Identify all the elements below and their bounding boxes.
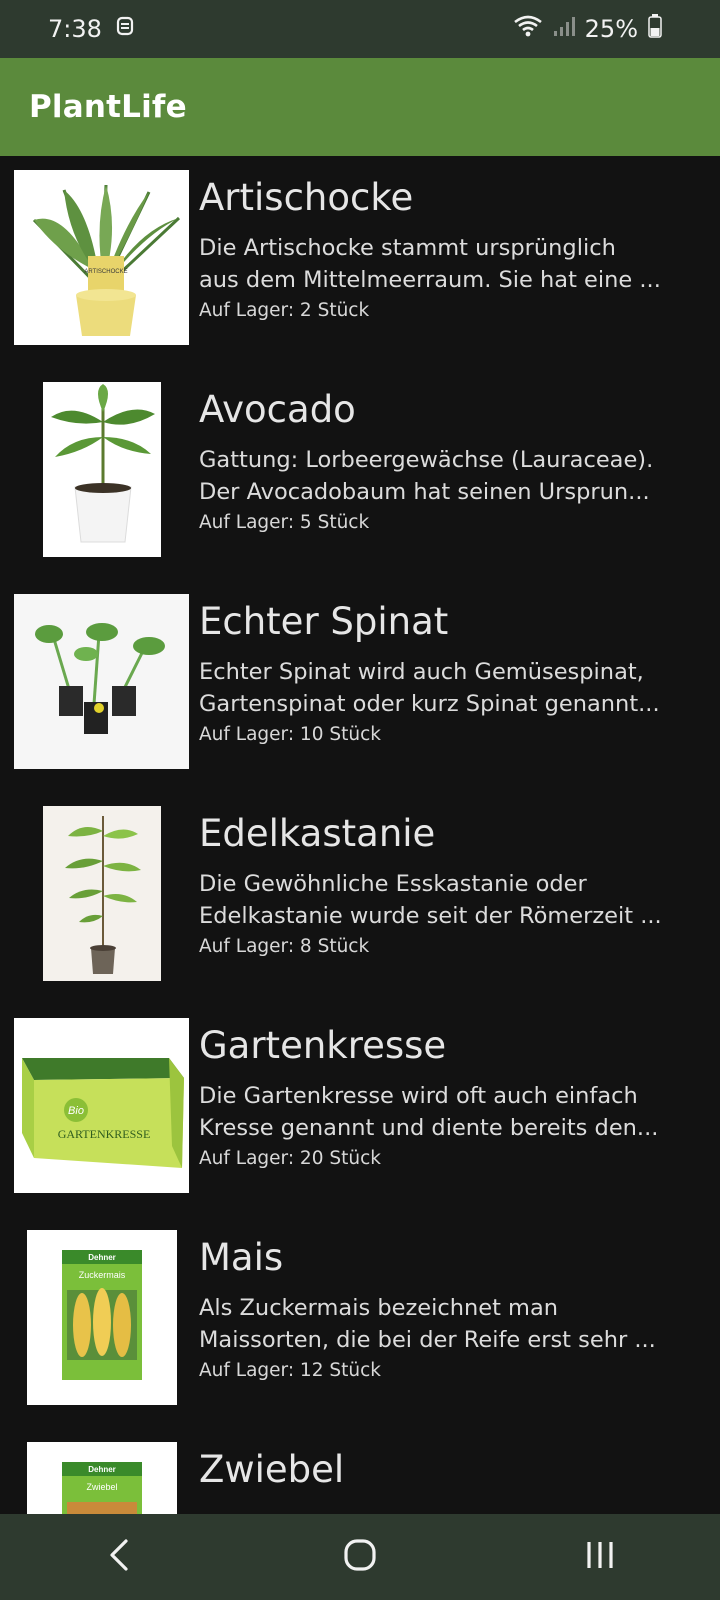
app-title: PlantLife: [29, 89, 187, 125]
status-bar: 7:38 25%: [0, 0, 720, 58]
kresse-bio-text: Bio: [68, 1105, 84, 1117]
notification-icon: [116, 15, 134, 43]
app-bar: PlantLife: [0, 58, 720, 156]
plant-stock: Auf Lager: 8 Stück: [199, 936, 370, 957]
wifi-icon: [513, 14, 543, 44]
zwiebel-brand-text: Dehner: [88, 1465, 116, 1474]
home-button[interactable]: [330, 1527, 390, 1587]
battery-icon: [648, 14, 662, 44]
list-item-zwiebel[interactable]: Dehner Zwiebel Zwiebel: [0, 1428, 720, 1514]
plant-name: Mais: [199, 1236, 284, 1279]
plant-description: Echter Spinat wird auch Gemüsespinat, Ga…: [199, 659, 660, 717]
plant-description: Gattung: Lorbeergewächse (Lauraceae). De…: [199, 447, 654, 505]
plant-list[interactable]: ARTISCHOCKE Artischocke Die Artischocke …: [0, 156, 720, 1514]
plant-name: Zwiebel: [199, 1448, 345, 1491]
recents-button[interactable]: [570, 1527, 630, 1587]
plant-name: Echter Spinat: [199, 600, 449, 643]
navigation-bar: [0, 1514, 720, 1600]
zwiebel-name-text: Zwiebel: [86, 1482, 117, 1492]
list-item-artischocke[interactable]: ARTISCHOCKE Artischocke Die Artischocke …: [0, 156, 720, 368]
plant-image-gartenkresse: Bio GARTENKRESSE: [14, 1018, 189, 1193]
kresse-box-text: GARTENKRESSE: [58, 1127, 151, 1141]
list-item-avocado[interactable]: Avocado Gattung: Lorbeergewächse (Laurac…: [0, 368, 720, 580]
battery-text: 25%: [584, 15, 638, 43]
plant-name: Avocado: [199, 388, 356, 431]
plant-description: Die Gartenkresse wird oft auch einfach K…: [199, 1083, 659, 1141]
plant-description: Die Gewöhnliche Esskastanie oder Edelkas…: [199, 871, 662, 929]
mais-brand-text: Dehner: [88, 1253, 116, 1262]
plant-name: Edelkastanie: [199, 812, 436, 855]
list-item-mais[interactable]: Dehner Zuckermais Mais Als Zuckermais be…: [0, 1216, 720, 1428]
list-item-edelkastanie[interactable]: Edelkastanie Die Gewöhnliche Esskastanie…: [0, 792, 720, 1004]
status-time: 7:38: [48, 15, 102, 43]
home-icon: [343, 1538, 377, 1576]
plant-stock: Auf Lager: 10 Stück: [199, 724, 381, 745]
plant-name: Gartenkresse: [199, 1024, 447, 1067]
plant-description: Die Artischocke stammt ursprünglich aus …: [199, 235, 661, 293]
artischocke-tag-text: ARTISCHOCKE: [84, 269, 127, 275]
plant-image-edelkastanie: [43, 806, 161, 981]
plant-image-zwiebel: Dehner Zwiebel: [27, 1442, 177, 1514]
plant-image-mais: Dehner Zuckermais: [27, 1230, 177, 1405]
back-icon: [108, 1539, 132, 1575]
plant-description: Als Zuckermais bezeichnet man Maissorten…: [199, 1295, 656, 1353]
plant-name: Artischocke: [199, 176, 414, 219]
list-item-echter-spinat[interactable]: Echter Spinat Echter Spinat wird auch Ge…: [0, 580, 720, 792]
plant-stock: Auf Lager: 2 Stück: [199, 300, 370, 321]
plant-image-avocado: [43, 382, 161, 557]
plant-stock: Auf Lager: 5 Stück: [199, 512, 370, 533]
signal-icon: [553, 15, 575, 43]
plant-stock: Auf Lager: 12 Stück: [199, 1360, 381, 1381]
plant-stock: Auf Lager: 20 Stück: [199, 1148, 381, 1169]
mais-name-text: Zuckermais: [79, 1270, 126, 1280]
back-button[interactable]: [90, 1527, 150, 1587]
list-item-gartenkresse[interactable]: Bio GARTENKRESSE Gartenkresse Die Garten…: [0, 1004, 720, 1216]
plant-image-echter-spinat: [14, 594, 189, 769]
plant-image-artischocke: ARTISCHOCKE: [14, 170, 189, 345]
recents-icon: [585, 1540, 615, 1574]
